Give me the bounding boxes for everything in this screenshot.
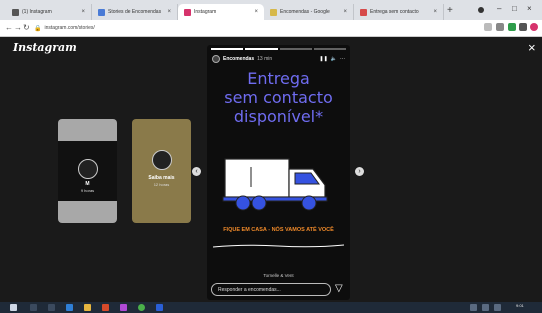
pause-icon[interactable]: ❚❚ — [319, 56, 327, 62]
extension-icon[interactable] — [508, 23, 516, 31]
taskbar: 9:01 — [0, 302, 542, 313]
extension-icon[interactable] — [519, 23, 527, 31]
avatar[interactable] — [530, 23, 538, 31]
browser-tab-2[interactable]: Stories de Encomendas × — [92, 4, 178, 20]
sound-icon[interactable]: 🔈 — [331, 56, 337, 62]
avatar[interactable] — [212, 55, 220, 63]
lock-icon: 🔒 — [34, 25, 42, 32]
tab-close-icon[interactable]: × — [167, 9, 171, 15]
send-icon[interactable]: ▽ — [335, 283, 343, 295]
url-text: instagram.com/stories/ — [44, 25, 95, 31]
more-options-icon[interactable]: ··· — [340, 56, 345, 62]
browser-tab-strip: (1) Instagram × Stories de Encomendas × … — [0, 0, 542, 20]
active-story[interactable]: Encomendas 13 min ❚❚ 🔈 ··· Entrega sem c… — [207, 45, 350, 300]
window-close-icon[interactable]: × — [527, 4, 532, 13]
preview-username: M — [85, 181, 90, 187]
clock[interactable]: 9:01 — [516, 303, 524, 308]
story-viewer: Instagram × M 9 horas Saiba mais 12 hora… — [0, 37, 542, 302]
app-icon[interactable] — [102, 304, 109, 311]
browser-tab-1[interactable]: (1) Instagram × — [6, 4, 92, 20]
instagram-logo[interactable]: Instagram — [13, 41, 77, 54]
tab-title: Stories de Encomendas — [108, 9, 162, 15]
browser-toolbar: ← → ↻ 🔒 instagram.com/stories/ — [0, 20, 542, 37]
edge-icon[interactable] — [66, 304, 73, 311]
story-headline: Entrega sem contacto disponível* — [207, 69, 350, 126]
maximize-icon[interactable]: □ — [512, 4, 517, 13]
start-icon[interactable] — [10, 304, 17, 311]
tab-close-icon[interactable]: × — [81, 9, 85, 15]
headline-line: sem contacto — [224, 88, 333, 107]
tab-title: Entrega sem contacto — [370, 9, 419, 15]
browser-tab-4[interactable]: Encomendas - Google × — [264, 4, 354, 20]
back-arrow-icon[interactable]: ← — [5, 22, 13, 34]
tab-title: Encomendas - Google — [280, 9, 330, 15]
story-time: 13 min — [257, 56, 273, 62]
reload-icon[interactable]: ↻ — [23, 22, 30, 34]
app-icon[interactable] — [120, 304, 127, 311]
previous-story-arrow-icon[interactable]: ‹ — [192, 167, 201, 176]
story-preview-right[interactable]: Saiba mais 12 horas — [132, 119, 191, 223]
chrome-icon[interactable] — [138, 304, 145, 311]
next-story-arrow-icon[interactable]: › — [355, 167, 364, 176]
tab-favicon-icon — [98, 8, 105, 16]
folder-icon[interactable] — [84, 304, 91, 311]
profile-icon[interactable] — [478, 7, 484, 13]
minimize-icon[interactable]: – — [497, 4, 501, 13]
headline-line: disponível* — [233, 107, 324, 126]
story-header: Encomendas 13 min ❚❚ 🔈 ··· — [212, 54, 345, 64]
avatar — [152, 150, 172, 170]
avatar — [78, 159, 98, 179]
search-icon[interactable] — [30, 304, 37, 311]
progress-segment — [313, 48, 346, 50]
volume-icon[interactable] — [482, 304, 489, 311]
close-viewer-button[interactable]: × — [528, 41, 536, 54]
progress-segment — [245, 48, 278, 50]
browser-tab-3[interactable]: Instagram × — [178, 4, 264, 20]
battery-icon[interactable] — [494, 304, 501, 311]
reply-input[interactable]: Responder a encomendas... — [211, 283, 331, 296]
tab-title: (1) Instagram — [22, 9, 52, 15]
new-tab-button[interactable]: + — [447, 5, 453, 17]
tab-close-icon[interactable]: × — [433, 9, 437, 15]
forward-arrow-icon[interactable]: → — [14, 22, 22, 34]
tab-favicon-icon — [270, 8, 277, 16]
task-view-icon[interactable] — [48, 304, 55, 311]
preview-time: 12 horas — [153, 182, 170, 187]
tab-close-icon[interactable]: × — [254, 9, 258, 15]
tab-favicon-icon — [184, 8, 191, 16]
tab-favicon-icon — [12, 8, 19, 16]
story-tagline: FIQUE EM CASA - NÓS VAMOS ATÉ VOCÊ — [223, 227, 334, 233]
tab-title: Instagram — [194, 9, 217, 15]
progress-segment — [211, 48, 244, 50]
tab-close-icon[interactable]: × — [343, 9, 347, 15]
road-line — [213, 244, 344, 248]
story-caption: Tornelle & Vent — [263, 273, 294, 278]
browser-tab-5[interactable]: Entrega sem contacto × — [354, 4, 444, 20]
preview-username: Saiba mais — [148, 175, 175, 181]
story-progress-bar — [211, 48, 346, 50]
preview-time: 9 horas — [80, 188, 95, 193]
extension-icon[interactable] — [496, 23, 504, 31]
network-icon[interactable] — [470, 304, 477, 311]
headline-line: Entrega — [247, 69, 310, 88]
delivery-truck-icon — [222, 158, 328, 211]
star-icon[interactable] — [484, 23, 492, 31]
story-preview-left[interactable]: M 9 horas — [58, 119, 117, 223]
story-username[interactable]: Encomendas — [223, 56, 254, 62]
address-bar[interactable]: 🔒 instagram.com/stories/ — [34, 22, 454, 34]
progress-segment — [279, 48, 312, 50]
app-icon[interactable] — [156, 304, 163, 311]
tab-favicon-icon — [360, 8, 367, 16]
